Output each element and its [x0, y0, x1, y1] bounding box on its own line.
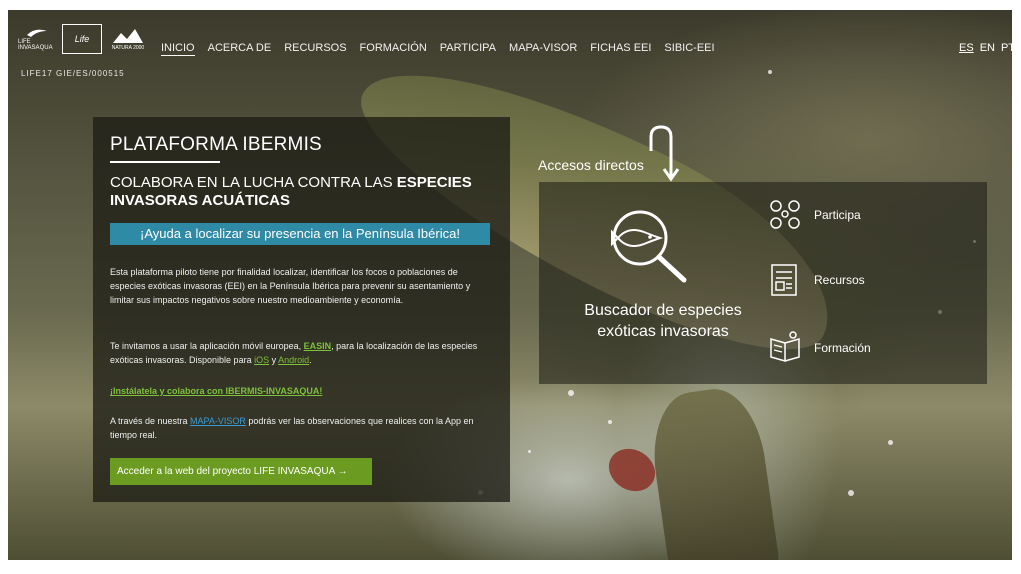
life-project-code: LIFE17 GIE/ES/000515: [21, 69, 125, 78]
water-droplet: [848, 490, 854, 496]
mapa-visor-link[interactable]: MAPA-VISOR: [190, 416, 246, 426]
natura-2000-logo[interactable]: NATURA 2000: [108, 25, 148, 53]
life-invasaqua-web-button[interactable]: Acceder a la web del proyecto LIFE INVAS…: [110, 458, 372, 485]
water-droplet: [568, 390, 574, 396]
menu-item-participa[interactable]: PARTICIPA: [440, 42, 496, 56]
panel-title: PLATAFORMA IBERMIS: [110, 134, 322, 155]
life-invasaqua-logo[interactable]: LIFE INVASAQUA: [18, 25, 56, 53]
life-logo-text: Life: [74, 34, 90, 44]
species-search-icon[interactable]: [604, 206, 696, 286]
top-navigation: LIFE INVASAQUA Life NATURA 2000 LIFE17 G…: [8, 10, 1012, 80]
eu-life-logo[interactable]: Life: [62, 24, 102, 54]
logo-group: LIFE INVASAQUA Life NATURA 2000: [18, 24, 148, 54]
menu-item-formacion[interactable]: FORMACIÓN: [360, 42, 427, 56]
language-switcher: ES EN PT: [959, 42, 1012, 54]
title-underline: [110, 161, 220, 163]
logo-text: LIFE INVASAQUA: [18, 39, 53, 51]
shortcut-recursos-label: Recursos: [814, 273, 865, 287]
shortcut-formacion[interactable]: Formación: [766, 328, 871, 368]
map-text-a: A través de nuestra: [110, 416, 191, 426]
shortcut-participa-label: Participa: [814, 208, 861, 222]
app-paragraph: Te invitamos a usar la aplicación móvil …: [110, 339, 495, 367]
shortcut-recursos[interactable]: Recursos: [766, 260, 865, 300]
pike-fish-fin: [601, 440, 663, 500]
pike-fish-tail: [645, 383, 781, 560]
app-text-a: Te invitamos a usar la aplicación móvil …: [110, 341, 304, 351]
water-droplet: [608, 420, 612, 424]
app-text-end: .: [309, 355, 312, 365]
book-icon: [766, 328, 806, 368]
fish-logo-icon: [27, 29, 47, 37]
shortcut-formacion-label: Formación: [814, 341, 871, 355]
help-locate-banner: ¡Ayuda a localizar su presencia en la Pe…: [110, 223, 490, 245]
install-link[interactable]: ¡Instálatela y colabora con IBERMIS-INVA…: [110, 384, 495, 398]
document-icon: [766, 260, 806, 300]
easin-link[interactable]: EASIN: [304, 341, 332, 351]
ibermis-info-panel: PLATAFORMA IBERMIS COLABORA EN LA LUCHA …: [93, 117, 510, 502]
shortcut-participa[interactable]: Participa: [766, 195, 861, 235]
subtitle-plain: COLABORA EN LA LUCHA CONTRA LAS: [110, 174, 397, 191]
menu-item-recursos[interactable]: RECURSOS: [284, 42, 346, 56]
main-menu: INICIO ACERCA DE RECURSOS FORMACIÓN PART…: [161, 42, 715, 56]
natura-bird-icon: [113, 29, 143, 43]
subtitle-bold-1: ESPECIES: [396, 174, 472, 191]
lang-en[interactable]: EN: [980, 42, 995, 54]
panel-subtitle: COLABORA EN LA LUCHA CONTRA LAS ESPECIES…: [110, 174, 490, 210]
lang-pt[interactable]: PT: [1001, 42, 1012, 54]
menu-item-fichas-eei[interactable]: FICHAS EEI: [590, 42, 651, 56]
people-network-icon: [766, 195, 806, 235]
menu-item-inicio[interactable]: INICIO: [161, 42, 195, 56]
shortcuts-title: Accesos directos: [538, 157, 644, 173]
menu-item-sibic-eei[interactable]: SIBIC-EEI: [664, 42, 714, 56]
menu-item-mapa-visor[interactable]: MAPA-VISOR: [509, 42, 577, 56]
app-text-y: y: [269, 355, 279, 365]
subtitle-bold-2: INVASORAS ACUÁTICAS: [110, 192, 291, 209]
water-droplet: [888, 440, 893, 445]
natura-logo-text: NATURA 2000: [111, 45, 145, 51]
menu-item-acerca-de[interactable]: ACERCA DE: [208, 42, 272, 56]
arrow-down-icon: [649, 125, 680, 182]
intro-paragraph: Esta plataforma piloto tiene por finalid…: [110, 267, 471, 305]
map-paragraph: A través de nuestra MAPA-VISOR podrás ve…: [110, 414, 495, 442]
water-droplet: [528, 450, 531, 453]
android-link[interactable]: Android: [278, 355, 309, 365]
hero-background: LIFE INVASAQUA Life NATURA 2000 LIFE17 G…: [8, 10, 1012, 560]
lang-es[interactable]: ES: [959, 42, 974, 54]
species-search-label[interactable]: Buscador de especies exóticas invasoras: [563, 300, 763, 342]
ios-link[interactable]: iOS: [254, 355, 269, 365]
